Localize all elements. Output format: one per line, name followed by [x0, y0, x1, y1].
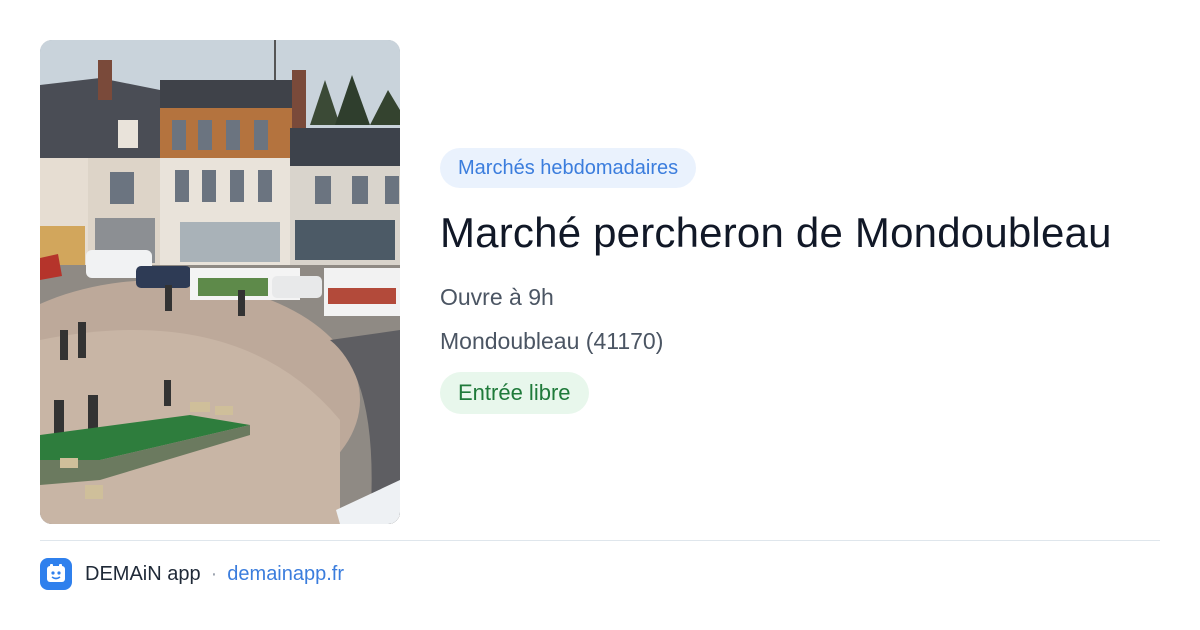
site-link[interactable]: demainapp.fr — [227, 563, 344, 586]
event-info: Marchés hebdomadaires Marché percheron d… — [440, 148, 1180, 414]
entry-badge: Entrée libre — [440, 372, 589, 414]
market-photo-illustration — [40, 40, 400, 524]
event-location: Mondoubleau (41170) — [440, 328, 664, 354]
event-title: Marché percheron de Mondoubleau — [440, 209, 1112, 256]
category-badge[interactable]: Marchés hebdomadaires — [440, 148, 697, 188]
market-photo — [40, 40, 400, 524]
footer-separator: · — [210, 562, 218, 585]
app-logo-icon[interactable] — [40, 558, 72, 590]
brand-name: DEMAiN app — [85, 562, 201, 585]
footer: DEMAiN app · demainapp.fr — [40, 557, 344, 591]
opening-hours: Ouvre à 9h — [440, 284, 554, 310]
footer-divider — [40, 540, 1160, 541]
